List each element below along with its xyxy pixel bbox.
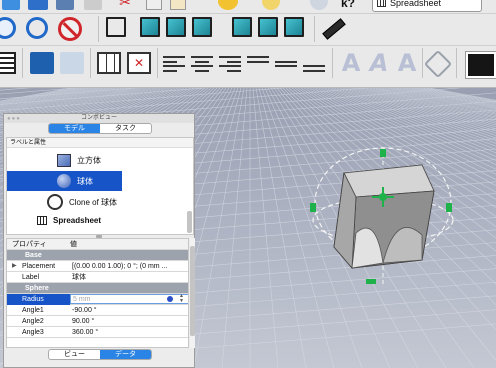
property-view-tabs: ビュー データ	[48, 349, 152, 360]
style-bold-icon[interactable]: A	[336, 51, 366, 75]
tree-scrollbar[interactable]	[187, 211, 192, 233]
measure-distance-icon[interactable]	[322, 18, 346, 40]
window-controls-icon[interactable]: ●●●	[7, 116, 21, 122]
tree-item-label: 立方体	[77, 155, 101, 165]
model-tree: ラベルと属性 立方体 球体 Clone of 球体 Spreadsheet	[6, 137, 194, 235]
workbench-selector[interactable]: Spreadsheet	[372, 0, 482, 12]
style-underline-icon[interactable]: A	[392, 51, 422, 75]
align-left-icon[interactable]	[163, 54, 185, 74]
property-editor: プロパティ 値 Base ▶ Placement [(0.00 0.00 1.0…	[6, 238, 189, 348]
view-bottom-icon[interactable]	[258, 17, 278, 37]
property-value[interactable]: [(0.00 0.00 1.00); 0 °; (0 mm ...	[70, 261, 188, 272]
tree-item-sphere[interactable]: 球体	[7, 171, 122, 191]
export-spreadsheet-icon[interactable]	[60, 52, 84, 74]
property-label[interactable]: Label 球体	[7, 272, 188, 283]
set-alias-icon[interactable]	[423, 49, 453, 79]
group-label: Base	[25, 252, 42, 259]
tree-item-label: Clone of 球体	[69, 197, 118, 207]
property-angle3[interactable]: Angle3 360.00 °	[7, 327, 188, 338]
open-folder-icon[interactable]	[28, 0, 48, 10]
property-value[interactable]: -90.00 °	[70, 305, 188, 316]
property-name: Angle1	[22, 307, 44, 314]
group-sphere: Sphere	[7, 283, 188, 294]
new-file-icon[interactable]	[2, 0, 20, 10]
zoom-selection-icon[interactable]	[26, 17, 48, 39]
sphere-icon	[57, 174, 71, 188]
view-isometric-icon[interactable]	[106, 17, 126, 37]
tree-header: ラベルと属性	[7, 138, 193, 148]
property-name: Label	[22, 274, 40, 281]
property-value[interactable]: 球体	[70, 272, 188, 283]
property-name: Radius	[7, 294, 70, 305]
property-angle1[interactable]: Angle1 -90.00 °	[7, 305, 188, 316]
whats-this-icon[interactable]: k?	[340, 0, 356, 10]
view-top-icon[interactable]	[166, 17, 186, 37]
view-rear-icon[interactable]	[232, 17, 252, 37]
tree-item-label: 球体	[77, 176, 93, 186]
view-front-icon[interactable]	[140, 17, 160, 37]
spreadsheet-create-icon[interactable]	[0, 52, 16, 74]
save-icon[interactable]	[56, 0, 74, 10]
clone-icon	[47, 194, 63, 210]
tab-data[interactable]: データ	[100, 350, 151, 359]
align-right-icon[interactable]	[219, 54, 241, 74]
property-value[interactable]: 90.00 °	[70, 316, 188, 327]
view-left-icon[interactable]	[284, 17, 304, 37]
expand-arrow-icon[interactable]: ▶	[12, 261, 17, 272]
property-scrollbar[interactable]	[190, 238, 195, 348]
tree-item-clone[interactable]: Clone of 球体	[47, 193, 187, 211]
tree-item-spreadsheet[interactable]: Spreadsheet	[37, 211, 177, 229]
spreadsheet-icon	[37, 215, 47, 225]
align-bottom-icon[interactable]	[303, 54, 325, 74]
view-right-icon[interactable]	[192, 17, 212, 37]
spin-arrows-icon[interactable]: ▲ ▼	[179, 294, 184, 304]
property-value[interactable]: 360.00 °	[70, 327, 188, 338]
merge-cells-icon[interactable]	[97, 52, 121, 74]
split-cell-icon[interactable]: ✕	[127, 52, 151, 74]
copy-icon[interactable]	[146, 0, 162, 10]
align-center-icon[interactable]	[191, 54, 213, 74]
main-toolbar: ✂ ▾ ▾ k? Spreadsheet ✕ A A A	[0, 0, 496, 88]
combo-view-title: コンボビュー	[4, 114, 194, 123]
property-name: Angle3	[22, 329, 44, 336]
refresh-icon[interactable]	[310, 0, 328, 10]
property-name: Angle2	[22, 318, 44, 325]
property-header-row: プロパティ 値	[7, 239, 188, 250]
tab-view[interactable]: ビュー	[49, 350, 100, 359]
expression-icon[interactable]	[167, 296, 173, 302]
import-spreadsheet-icon[interactable]	[30, 52, 54, 74]
paste-icon[interactable]	[170, 0, 186, 10]
tree-item-label: Spreadsheet	[53, 215, 102, 225]
undo-icon[interactable]	[218, 0, 238, 10]
value-column-header: 値	[70, 241, 77, 248]
cube-icon	[57, 153, 71, 167]
combo-tabs: モデル タスク	[48, 123, 152, 134]
group-base: Base	[7, 250, 188, 261]
tree-item-cube[interactable]: 立方体	[57, 151, 187, 169]
spreadsheet-icon	[377, 0, 386, 7]
align-top-icon[interactable]	[247, 54, 269, 74]
redo-icon[interactable]	[262, 0, 280, 10]
foreground-color-swatch[interactable]	[465, 51, 496, 79]
property-angle2[interactable]: Angle2 90.00 °	[7, 316, 188, 327]
draw-style-icon[interactable]	[58, 17, 82, 41]
print-icon[interactable]	[84, 0, 102, 10]
property-column-header: プロパティ	[12, 241, 47, 248]
property-placement[interactable]: ▶ Placement [(0.00 0.00 1.00); 0 °; (0 m…	[7, 261, 188, 272]
cut-icon[interactable]: ✂	[116, 0, 134, 10]
property-radius[interactable]: Radius 5 mm ▲ ▼	[7, 294, 188, 305]
sphere-gizmo[interactable]	[306, 145, 456, 295]
workbench-selector-label: Spreadsheet	[390, 0, 442, 8]
style-italic-icon[interactable]: A	[364, 51, 394, 75]
tab-tasks[interactable]: タスク	[100, 124, 151, 133]
combo-view-panel: コンボビュー ●●● モデル タスク ラベルと属性 立方体 球体 Clone o…	[3, 113, 195, 368]
property-name: Placement	[22, 263, 56, 270]
align-vcenter-icon[interactable]	[275, 54, 297, 74]
group-label: Sphere	[25, 285, 49, 292]
zoom-fit-icon[interactable]	[0, 17, 16, 39]
tab-model[interactable]: モデル	[49, 124, 100, 133]
